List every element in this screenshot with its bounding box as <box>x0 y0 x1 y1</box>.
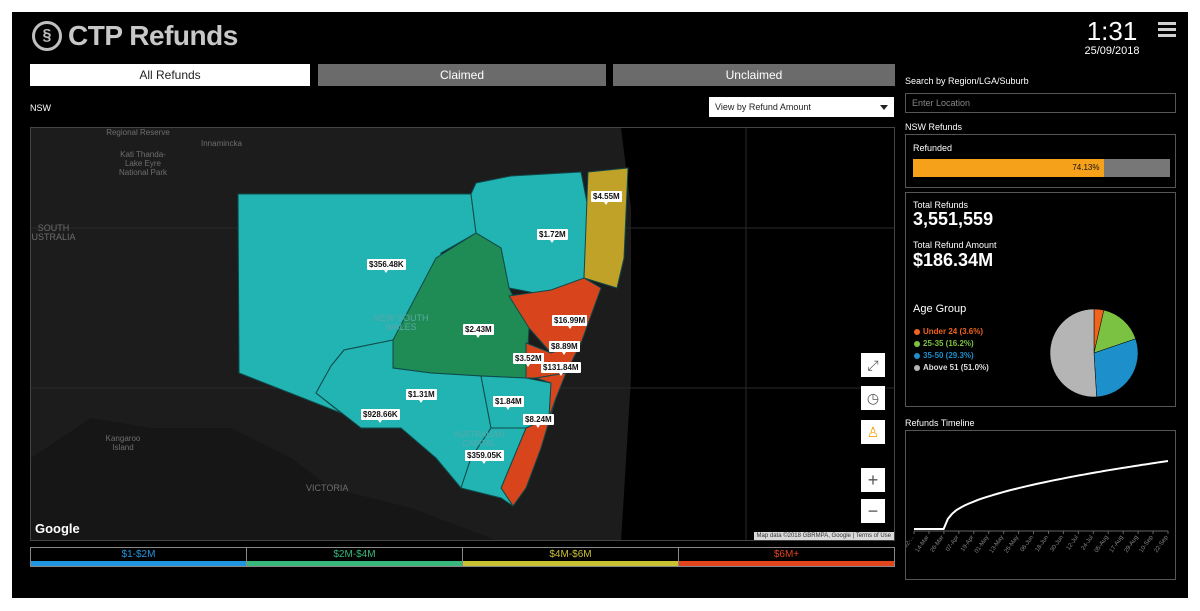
map-region-marker[interactable]: $356.48K <box>367 259 406 273</box>
google-logo: Google <box>35 521 80 536</box>
timeline-tick-label: 29-Aug <box>1124 535 1140 554</box>
legend-label: $2M-$4M <box>333 549 376 560</box>
map-place-label: NEW SOUTH WALES <box>373 313 429 332</box>
age-legend-label: Above 51 (51.0%) <box>923 363 989 372</box>
timeline-title: Refunds Timeline <box>905 418 975 428</box>
map-region-marker[interactable]: $4.55M <box>591 191 622 205</box>
map-place-label: Kati Thanda-Lake Eyre National Park <box>118 150 168 177</box>
total-amount-value: $186.34M <box>913 250 994 270</box>
legend-item: $4M-$6M <box>463 548 679 566</box>
map-region-marker[interactable]: $8.24M <box>523 414 554 428</box>
map-place-label: VICTORIA <box>306 483 349 493</box>
zoom-in-icon[interactable]: + <box>861 468 885 492</box>
timeline-tick-label: 07-Apr <box>945 535 960 553</box>
region-north-coast <box>583 167 629 289</box>
legend-label: $1-$2M <box>121 549 156 560</box>
map-place-label: SOUTH USTRALIA <box>31 223 76 242</box>
map-region-marker[interactable]: $1.84M <box>493 396 524 410</box>
timeline-tick-label: 17-Aug <box>1109 535 1125 554</box>
map-region-marker[interactable]: $131.84M <box>541 362 581 376</box>
age-group-title: Age Group <box>913 303 967 315</box>
timeline-tick-label: 18-Jun <box>1035 535 1050 553</box>
map-region-marker[interactable]: $8.89M <box>549 341 580 355</box>
age-legend-item: Above 51 (51.0%) <box>914 363 989 372</box>
timeline-tick-label: 22-Sep <box>1154 534 1170 554</box>
map-attribution[interactable]: Map data ©2018 GBRMPA, Google | Terms of… <box>753 532 894 540</box>
refunded-progress-fill: 74.13% <box>913 159 1104 177</box>
timeline-tick-label: 05-Aug <box>1094 535 1110 554</box>
logo-badge-icon: § <box>32 21 62 51</box>
search-label: Search by Region/LGA/Suburb <box>905 76 1029 86</box>
timeline-panel: 02-... 14-Mar 26-Mar 07-Apr 19-Apr 01-May 13-M… <box>903 430 1176 580</box>
timeline-tick-label: 02-... <box>906 534 916 549</box>
map-region-marker[interactable]: $928.66K <box>361 409 400 423</box>
dashboard-frame: § CTP Refunds 1:31 25/09/2018 All Refund… <box>12 12 1188 598</box>
clock-time: 1:31 <box>1086 16 1138 46</box>
age-group-pie-chart[interactable] <box>1044 303 1144 403</box>
map-view[interactable]: Regional Reserve Innamincka Kati Thanda-… <box>30 127 895 541</box>
map-place-label: Innamincka <box>201 139 242 148</box>
timeline-line[interactable] <box>914 460 1169 530</box>
tab-all-refunds[interactable]: All Refunds <box>30 64 310 86</box>
refunds-timeline-chart[interactable]: 02-... 14-Mar 26-Mar 07-Apr 19-Apr01-May13-M… <box>903 431 1175 579</box>
age-legend-item: 35-50 (29.3%) <box>914 351 974 360</box>
age-legend-label: 25-35 (16.2%) <box>923 339 974 348</box>
timeline-tick-label: 25-May <box>1004 535 1020 555</box>
map-region-marker[interactable]: $1.72M <box>537 229 568 243</box>
map-region-marker[interactable]: $2.43M <box>463 324 494 338</box>
timeline-tick-label: 14-Mar <box>915 535 931 554</box>
map-region-marker[interactable]: $359.05K <box>465 450 504 464</box>
map-place-label: Regional Reserve <box>106 128 170 137</box>
age-legend-label: 35-50 (29.3%) <box>923 351 974 360</box>
age-legend-label: Under 24 (3.6%) <box>923 327 984 336</box>
timeline-tick-label: 12-Jul <box>1066 535 1080 552</box>
legend-item: $2M-$4M <box>247 548 463 566</box>
total-amount-label: Total Refund Amount <box>913 240 997 250</box>
legend-item: $6M+ <box>679 548 894 566</box>
refunded-progress: 74.13% <box>913 159 1170 177</box>
total-refunds-value: 3,551,559 <box>913 209 994 229</box>
pie-slice[interactable] <box>1049 308 1097 398</box>
menu-icon[interactable] <box>1158 22 1176 40</box>
map-place-label: Kangaroo Island <box>105 434 141 452</box>
legend-item: $1-$2M <box>31 548 247 566</box>
age-legend-item: 25-35 (16.2%) <box>914 339 974 348</box>
view-mode-select[interactable]: View by Refund Amount <box>709 97 894 117</box>
clock-date: 25/09/2018 <box>1084 45 1140 57</box>
timeline-tick-label: 06-Jun <box>1020 535 1035 553</box>
map-region-marker[interactable]: $1.31M <box>406 389 437 403</box>
timeline-tick-label: 24-Jul <box>1081 535 1095 552</box>
map-region-marker[interactable]: $3.52M <box>513 353 544 367</box>
color-legend: $1-$2M $2M-$4M $4M-$6M $6M+ <box>30 547 895 567</box>
clock: 1:31 25/09/2018 <box>1072 17 1152 57</box>
app-title: CTP Refunds <box>68 20 238 51</box>
region-label: NSW <box>30 103 51 113</box>
fullscreen-icon[interactable]: ⤢ <box>861 353 885 377</box>
app-logo: § CTP Refunds <box>32 20 238 52</box>
timeline-tick-label: 30-Jun <box>1050 535 1065 553</box>
refunded-label: Refunded <box>913 143 953 153</box>
legend-label: $6M+ <box>773 549 800 560</box>
pegman-icon[interactable]: ♙ <box>861 420 885 444</box>
tab-unclaimed[interactable]: Unclaimed <box>613 64 895 86</box>
stats-panel: Total Refunds 3,551,559 Total Refund Amo… <box>905 192 1176 407</box>
map-place-label: AUSTRALIAN CAPITAL <box>453 430 505 448</box>
timeline-tick-label: 19-Apr <box>960 535 975 553</box>
timeline-tick-label: 26-Mar <box>930 535 946 554</box>
tab-claimed[interactable]: Claimed <box>318 64 606 86</box>
clock-icon[interactable]: ◷ <box>861 386 885 410</box>
legend-label: $4M-$6M <box>549 549 592 560</box>
view-mode-value: View by Refund Amount <box>715 102 811 112</box>
age-legend-item: Under 24 (3.6%) <box>914 327 983 336</box>
location-search-input[interactable]: Enter Location <box>905 93 1176 113</box>
zoom-out-icon[interactable]: − <box>861 499 885 523</box>
map-region-marker[interactable]: $16.99M <box>552 315 588 329</box>
chevron-down-icon <box>880 105 888 110</box>
panel-title: NSW Refunds <box>905 122 963 132</box>
refunded-panel: Refunded 74.13% <box>905 134 1176 188</box>
